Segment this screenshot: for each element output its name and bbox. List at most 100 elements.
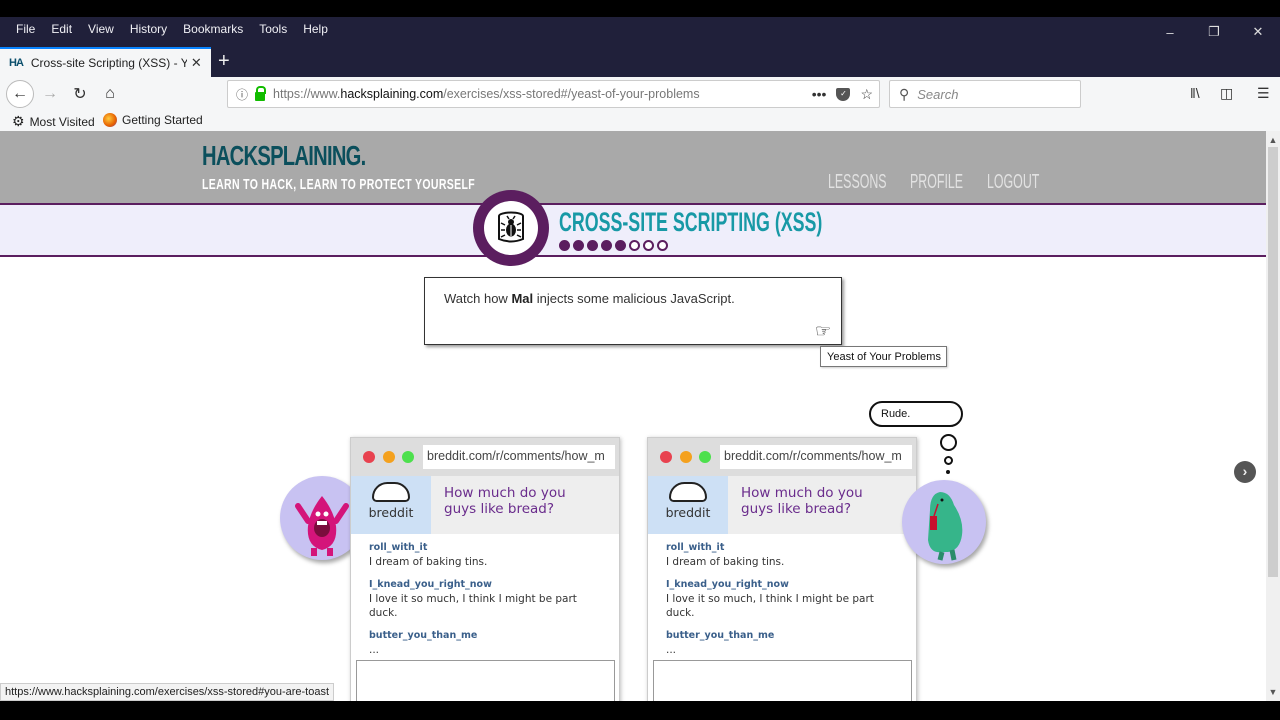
site-header: HACKSPLAINING. LEARN TO HACK, LEARN TO P… [0, 131, 1266, 203]
comment-list: roll_with_it I dream of baking tins. I_k… [648, 534, 916, 657]
tab-title: Cross-site Scripting (XSS) - Yeas [30, 56, 187, 70]
forward-button[interactable]: → [38, 82, 62, 106]
lesson-title: CROSS-SITE SCRIPTING (XSS) [559, 207, 823, 237]
pocket-icon[interactable]: ✓ [836, 87, 851, 101]
progress-dot-complete [601, 240, 612, 251]
maximize-dot [402, 451, 414, 463]
progress-dot-complete [615, 240, 626, 251]
navigation-toolbar: ← → ↻ ⌂ ⓘ https://www.hacksplaining.com/… [0, 77, 1280, 111]
home-button[interactable]: ⌂ [98, 82, 122, 106]
search-icon: ⚲ [899, 85, 910, 102]
firefox-icon [103, 113, 117, 127]
menu-view[interactable]: View [80, 22, 122, 36]
screen-bottom-border [0, 701, 1280, 720]
close-dot [660, 451, 672, 463]
victim-avatar [902, 480, 986, 564]
bread-icon [372, 482, 410, 502]
minimize-button[interactable]: – [1148, 17, 1192, 47]
library-icon[interactable]: ‖\ [1190, 85, 1200, 101]
breddit-url: breddit.com/r/comments/how_m [720, 445, 912, 469]
lesson-badge [473, 190, 549, 266]
progress-dot-incomplete [629, 240, 640, 251]
search-input[interactable]: ⚲ Search [889, 80, 1081, 108]
scroll-down-icon[interactable]: ▼ [1266, 685, 1280, 699]
close-dot [363, 451, 375, 463]
nav-profile[interactable]: PROFILE [910, 171, 963, 194]
breddit-window-right: breddit.com/r/comments/how_m breddit How… [647, 437, 917, 701]
search-placeholder: Search [917, 86, 959, 102]
menu-history[interactable]: History [122, 22, 175, 36]
nav-logout[interactable]: LOGOUT [987, 171, 1039, 194]
minimize-dot [383, 451, 395, 463]
page-actions-icon[interactable]: ••• [812, 86, 827, 102]
new-tab-button[interactable]: + [218, 50, 230, 72]
nav-lessons[interactable]: LESSONS [828, 171, 887, 194]
page-scrollbar[interactable]: ▲ ▼ [1266, 131, 1280, 701]
close-window-button[interactable]: ✕ [1236, 17, 1280, 47]
comment-user: I_knead_you_right_now [666, 579, 789, 590]
bread-icon [669, 482, 707, 502]
progress-dot-complete [573, 240, 584, 251]
url-text: https://www.hacksplaining.com/exercises/… [273, 87, 700, 101]
status-bar-url: https://www.hacksplaining.com/exercises/… [0, 683, 335, 701]
comment-user: I_knead_you_right_now [369, 579, 492, 590]
scroll-up-icon[interactable]: ▲ [1266, 133, 1280, 147]
comment-input[interactable] [356, 660, 615, 701]
gear-icon: ⚙ [12, 113, 25, 129]
next-step-button[interactable]: › [1234, 461, 1256, 483]
web-page: HACKSPLAINING. LEARN TO HACK, LEARN TO P… [0, 131, 1266, 701]
post-title: How much do you guys like bread? [444, 485, 566, 517]
menu-bar: File Edit View History Bookmarks Tools H… [0, 17, 1280, 47]
attacker-name: Mal [511, 291, 534, 306]
comment-text: I dream of baking tins. [369, 556, 488, 568]
thought-dot-large [940, 434, 957, 451]
bookmarks-toolbar: ⚙ Most Visited Getting Started [0, 111, 1280, 131]
menu-file[interactable]: File [8, 22, 43, 36]
tab-active[interactable]: HA Cross-site Scripting (XSS) - Yeas ✕ [0, 47, 211, 77]
menu-edit[interactable]: Edit [43, 22, 80, 36]
progress-dot-complete [587, 240, 598, 251]
menu-tools[interactable]: Tools [251, 22, 295, 36]
minimize-dot [680, 451, 692, 463]
back-button[interactable]: ← [6, 80, 34, 108]
comment-text: ... [369, 644, 380, 656]
green-monster-icon [928, 492, 963, 561]
comment-user: roll_with_it [666, 542, 725, 553]
comment-text: I love it so much, I think I might be pa… [369, 593, 577, 619]
maximize-dot [699, 451, 711, 463]
close-icon[interactable]: ✕ [191, 55, 202, 71]
comment-user: butter_you_than_me [369, 630, 478, 641]
progress-dot-incomplete [643, 240, 654, 251]
url-bar[interactable]: ⓘ https://www.hacksplaining.com/exercise… [227, 80, 880, 108]
comment-list: roll_with_it I dream of baking tins. I_k… [351, 534, 619, 657]
comment-text: ... [666, 644, 677, 656]
hand-cursor-icon: ☞ [815, 321, 832, 341]
reload-button[interactable]: ↻ [68, 82, 92, 106]
hamburger-menu-icon[interactable]: ☰ [1257, 85, 1270, 102]
comment-text: I love it so much, I think I might be pa… [666, 593, 874, 619]
breddit-window-left: breddit.com/r/comments/how_m breddit How… [350, 437, 620, 701]
site-tagline: LEARN TO HACK, LEARN TO PROTECT YOURSELF [202, 176, 476, 193]
favicon-icon: HA [9, 57, 24, 69]
breddit-logo: breddit [648, 476, 728, 534]
menu-help[interactable]: Help [295, 22, 336, 36]
screen-top-border [0, 0, 1280, 17]
sidebar-icon[interactable]: ◫ [1220, 85, 1233, 102]
post-title: How much do you guys like bread? [741, 485, 863, 517]
breddit-logo: breddit [351, 476, 431, 534]
comment-user: butter_you_than_me [666, 630, 775, 641]
restore-button[interactable]: ❐ [1192, 17, 1236, 47]
lesson-progress [559, 240, 668, 251]
bookmark-star-icon[interactable]: ☆ [860, 86, 873, 103]
lock-icon [255, 85, 267, 101]
comment-input[interactable] [653, 660, 912, 701]
thought-dot-small [946, 470, 950, 474]
comment-text: I dream of baking tins. [666, 556, 785, 568]
database-bug-icon [498, 211, 524, 243]
bookmark-most-visited[interactable]: ⚙ Most Visited [12, 113, 95, 130]
bookmark-getting-started[interactable]: Getting Started [103, 113, 203, 127]
site-logo[interactable]: HACKSPLAINING. [202, 140, 366, 172]
menu-bookmarks[interactable]: Bookmarks [175, 22, 251, 36]
scrollbar-thumb[interactable] [1268, 147, 1278, 577]
info-icon[interactable]: ⓘ [236, 86, 248, 103]
